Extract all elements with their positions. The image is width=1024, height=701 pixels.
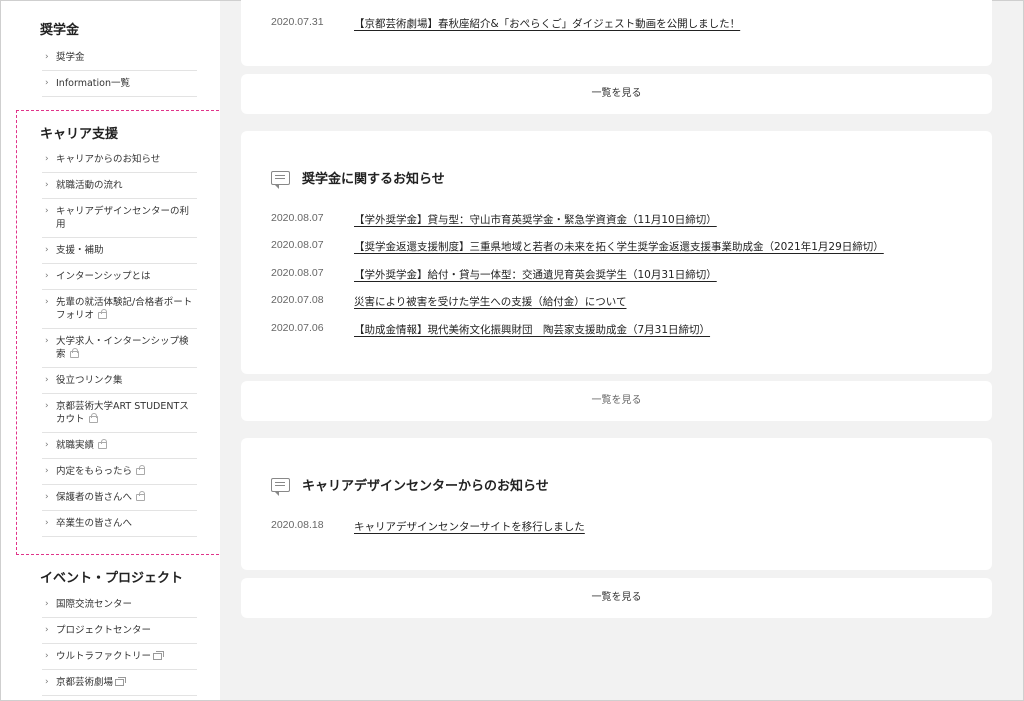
news-link[interactable]: 【京都芸術劇場】春秋座紹介&「おぺらくご」ダイジェスト動画を公開しました！: [354, 16, 740, 31]
sidebar-item-job-search[interactable]: › 大学求人・インターンシップ検索: [42, 329, 197, 368]
chevron-right-icon: ›: [45, 401, 49, 411]
sidebar-item-job-offer[interactable]: › 内定をもらったら: [42, 459, 197, 485]
sidebar-item-international-center[interactable]: › 国際交流センター: [42, 592, 197, 618]
sidebar-item-career-center-usage[interactable]: › キャリアデザインセンターの利用: [42, 199, 197, 238]
chevron-right-icon: ›: [45, 180, 49, 190]
news-link[interactable]: 【学外奨学金】貸与型：守山市育英奨学金・緊急学資資金（11月10日締切）: [354, 212, 717, 227]
chevron-right-icon: ›: [45, 492, 49, 502]
news-link[interactable]: 災害により被害を受けた学生への支援（給付金）について: [354, 294, 626, 309]
chevron-right-icon: ›: [45, 78, 49, 88]
chevron-right-icon: ›: [45, 625, 49, 635]
chevron-right-icon: ›: [45, 206, 49, 216]
chevron-right-icon: ›: [45, 297, 49, 307]
sidebar-section-title: キャリア支援: [40, 127, 119, 142]
sidebar-item-parents[interactable]: › 保護者の皆さんへ: [42, 485, 197, 511]
speech-bubble-icon: [271, 477, 290, 496]
news-row: 2020.07.31 【京都芸術劇場】春秋座紹介&「おぺらくご」ダイジェスト動画…: [271, 16, 740, 31]
news-date: 2020.08.07: [271, 267, 324, 279]
chevron-right-icon: ›: [45, 245, 49, 255]
chevron-right-icon: ›: [45, 651, 49, 661]
sidebar-list-scholarship: › 奨学金 › Information一覧: [42, 45, 197, 97]
lock-icon: [136, 465, 146, 475]
chevron-right-icon: ›: [45, 677, 49, 687]
sidebar-section-title: 奨学金: [40, 23, 80, 38]
view-more-button[interactable]: 一覧を見る: [241, 381, 992, 421]
news-row: 2020.07.08 災害により被害を受けた学生への支援（給付金）について: [271, 294, 626, 309]
sidebar-item-ultra-factory[interactable]: › ウルトラファクトリー: [42, 644, 197, 670]
sidebar-list-events: › 国際交流センター › プロジェクトセンター › ウルトラファクトリー › 京都芸術劇…: [42, 592, 197, 696]
lock-icon: [69, 348, 79, 358]
sidebar-item-project-center[interactable]: › プロジェクトセンター: [42, 618, 197, 644]
sidebar-item-alumni[interactable]: › 卒業生の皆さんへ: [42, 511, 197, 537]
sidebar-item-information-list[interactable]: › Information一覧: [42, 71, 197, 97]
scholarship-news-card: 奨学金に関するお知らせ 2020.08.07 【学外奨学金】貸与型：守山市育英奨…: [241, 131, 992, 374]
sidebar-list-career: › キャリアからのお知らせ › 就職活動の流れ › キャリアデザインセンターの利用 ›…: [42, 147, 197, 537]
news-row: 2020.07.06 【助成金情報】現代美術文化振興財団 陶芸家支援助成金（7月…: [271, 322, 710, 337]
lock-icon: [88, 413, 98, 423]
sidebar-item-employment-record[interactable]: › 就職実績: [42, 433, 197, 459]
external-link-icon: [115, 677, 127, 686]
sidebar-item-useful-links[interactable]: › 役立つリンク集: [42, 368, 197, 394]
news-date: 2020.07.31: [271, 16, 324, 28]
news-date: 2020.08.07: [271, 239, 324, 251]
news-link[interactable]: 【学外奨学金】給付・貸与一体型：交通遺児育英会奨学生（10月31日締切）: [354, 267, 717, 282]
sidebar-item-scholarship[interactable]: › 奨学金: [42, 45, 197, 71]
sidebar-item-kyoto-theatre[interactable]: › 京都芸術劇場: [42, 670, 197, 696]
sidebar-item-senior-experiences[interactable]: › 先輩の就活体験記/合格者ポートフォリオ: [42, 290, 197, 329]
news-row: 2020.08.18 キャリアデザインセンターサイトを移行しました: [271, 519, 585, 534]
external-link-icon: [153, 651, 165, 660]
chevron-right-icon: ›: [45, 599, 49, 609]
news-link[interactable]: 【助成金情報】現代美術文化振興財団 陶芸家支援助成金（7月31日締切）: [354, 322, 710, 337]
chevron-right-icon: ›: [45, 271, 49, 281]
career-news-card: キャリアデザインセンターからのお知らせ 2020.08.18 キャリアデザインセ…: [241, 438, 992, 570]
chevron-right-icon: ›: [45, 336, 49, 346]
main-content: 2020.07.31 【京都芸術劇場】春秋座紹介&「おぺらくご」ダイジェスト動画…: [220, 0, 1023, 700]
lock-icon: [98, 309, 108, 319]
sidebar: 奨学金 › 奨学金 › Information一覧 キャリア支援 › キャリアからのお…: [1, 1, 220, 700]
card-header: 奨学金に関するお知らせ: [271, 168, 445, 189]
chevron-right-icon: ›: [45, 375, 49, 385]
card-title: キャリアデザインセンターからのお知らせ: [302, 479, 549, 494]
sidebar-item-art-student-scout[interactable]: › 京都芸術大学ART STUDENTスカウト: [42, 394, 197, 433]
sidebar-item-job-hunting-flow[interactable]: › 就職活動の流れ: [42, 173, 197, 199]
sidebar-item-internship[interactable]: › インターンシップとは: [42, 264, 197, 290]
news-link[interactable]: キャリアデザインセンターサイトを移行しました: [354, 519, 585, 534]
news-row: 2020.08.07 【学外奨学金】貸与型：守山市育英奨学金・緊急学資資金（11…: [271, 212, 717, 227]
news-date: 2020.07.08: [271, 294, 324, 306]
news-card-top: 2020.07.31 【京都芸術劇場】春秋座紹介&「おぺらくご」ダイジェスト動画…: [241, 0, 992, 66]
chevron-right-icon: ›: [45, 518, 49, 528]
sidebar-section-title: イベント・プロジェクト: [40, 571, 184, 586]
view-more-button[interactable]: 一覧を見る: [241, 578, 992, 618]
lock-icon: [136, 491, 146, 501]
lock-icon: [98, 439, 108, 449]
sidebar-item-career-news[interactable]: › キャリアからのお知らせ: [42, 147, 197, 173]
chevron-right-icon: ›: [45, 154, 49, 164]
news-date: 2020.08.07: [271, 212, 324, 224]
news-date: 2020.07.06: [271, 322, 324, 334]
chevron-right-icon: ›: [45, 466, 49, 476]
speech-bubble-icon: [271, 170, 290, 189]
card-header: キャリアデザインセンターからのお知らせ: [271, 475, 549, 496]
view-more-button[interactable]: 一覧を見る: [241, 74, 992, 114]
news-row: 2020.08.07 【奨学金返還支援制度】三重県地域と若者の未来を拓く学生奨学…: [271, 239, 884, 254]
card-title: 奨学金に関するお知らせ: [302, 172, 445, 187]
news-link[interactable]: 【奨学金返還支援制度】三重県地域と若者の未来を拓く学生奨学金返還支援事業助成金（…: [354, 239, 884, 254]
chevron-right-icon: ›: [45, 440, 49, 450]
chevron-right-icon: ›: [45, 52, 49, 62]
news-date: 2020.08.18: [271, 519, 324, 531]
news-row: 2020.08.07 【学外奨学金】給付・貸与一体型：交通遺児育英会奨学生（10…: [271, 267, 717, 282]
sidebar-item-support[interactable]: › 支援・補助: [42, 238, 197, 264]
